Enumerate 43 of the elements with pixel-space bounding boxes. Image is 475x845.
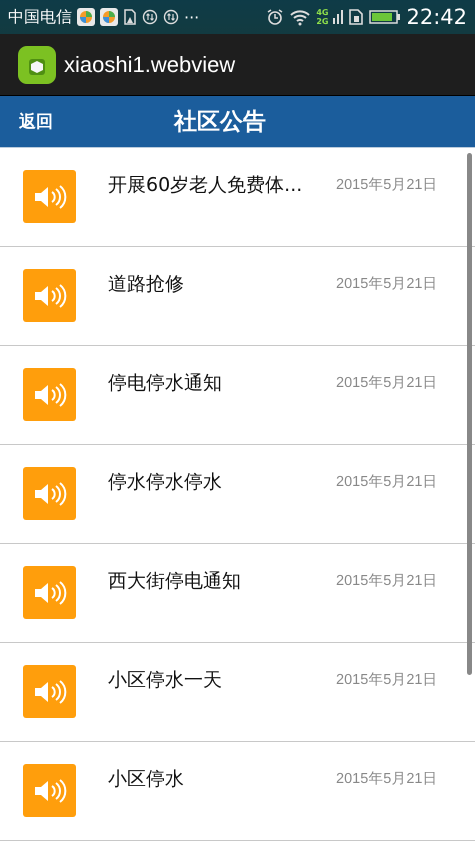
speaker-icon [23, 665, 76, 718]
clock-time: 22:42 [406, 5, 467, 29]
data-transfer-icon [163, 9, 179, 25]
notice-date: 2015年5月21日 [336, 473, 438, 491]
notice-date: 2015年5月21日 [336, 374, 438, 392]
sim-card-icon [348, 8, 364, 26]
notice-title: 西大街停电通知 [108, 569, 242, 594]
speaker-icon [23, 764, 76, 817]
storage-warning-icon [123, 9, 137, 25]
wifi-icon [289, 8, 312, 26]
signal-icon [333, 8, 344, 26]
battery-icon [369, 9, 402, 25]
speaker-icon [23, 269, 76, 322]
app-icon [77, 8, 95, 26]
alarm-icon [266, 8, 284, 26]
notice-date: 2015年5月21日 [336, 770, 438, 788]
speaker-icon [23, 170, 76, 223]
notice-title: 道路抢修 [108, 272, 185, 297]
app-icon [100, 8, 118, 26]
speaker-icon [23, 368, 76, 421]
notice-title: 停电停水通知 [108, 371, 223, 396]
network-label: 2G [316, 17, 328, 26]
notice-date: 2015年5月21日 [336, 176, 438, 194]
carrier-name: 中国电信 [8, 6, 72, 28]
page-title: 社区公告 [174, 108, 266, 137]
notice-row[interactable]: 小区停水一天 2015年5月21日 [0, 643, 475, 742]
notice-title: 小区停水一天 [108, 668, 223, 693]
notice-row[interactable]: 小区停水 2015年5月21日 [0, 742, 475, 841]
network-label: 4G [316, 8, 328, 17]
app-title: xiaoshi1.webview [64, 52, 236, 78]
notice-title: 小区停水 [108, 767, 185, 792]
data-transfer-icon [142, 9, 158, 25]
more-indicator: ··· [184, 8, 200, 26]
speaker-icon [23, 467, 76, 520]
notice-title: 停水停水停水 [108, 470, 223, 495]
back-button[interactable]: 返回 [19, 106, 53, 137]
notice-date: 2015年5月21日 [336, 275, 438, 293]
notice-date: 2015年5月21日 [336, 671, 438, 689]
notice-date: 2015年5月21日 [336, 572, 438, 590]
notice-title: 开展60岁老人免费体... [108, 173, 304, 198]
scrollbar[interactable] [467, 153, 472, 675]
speaker-icon [23, 566, 76, 619]
app-logo-icon [18, 46, 56, 84]
